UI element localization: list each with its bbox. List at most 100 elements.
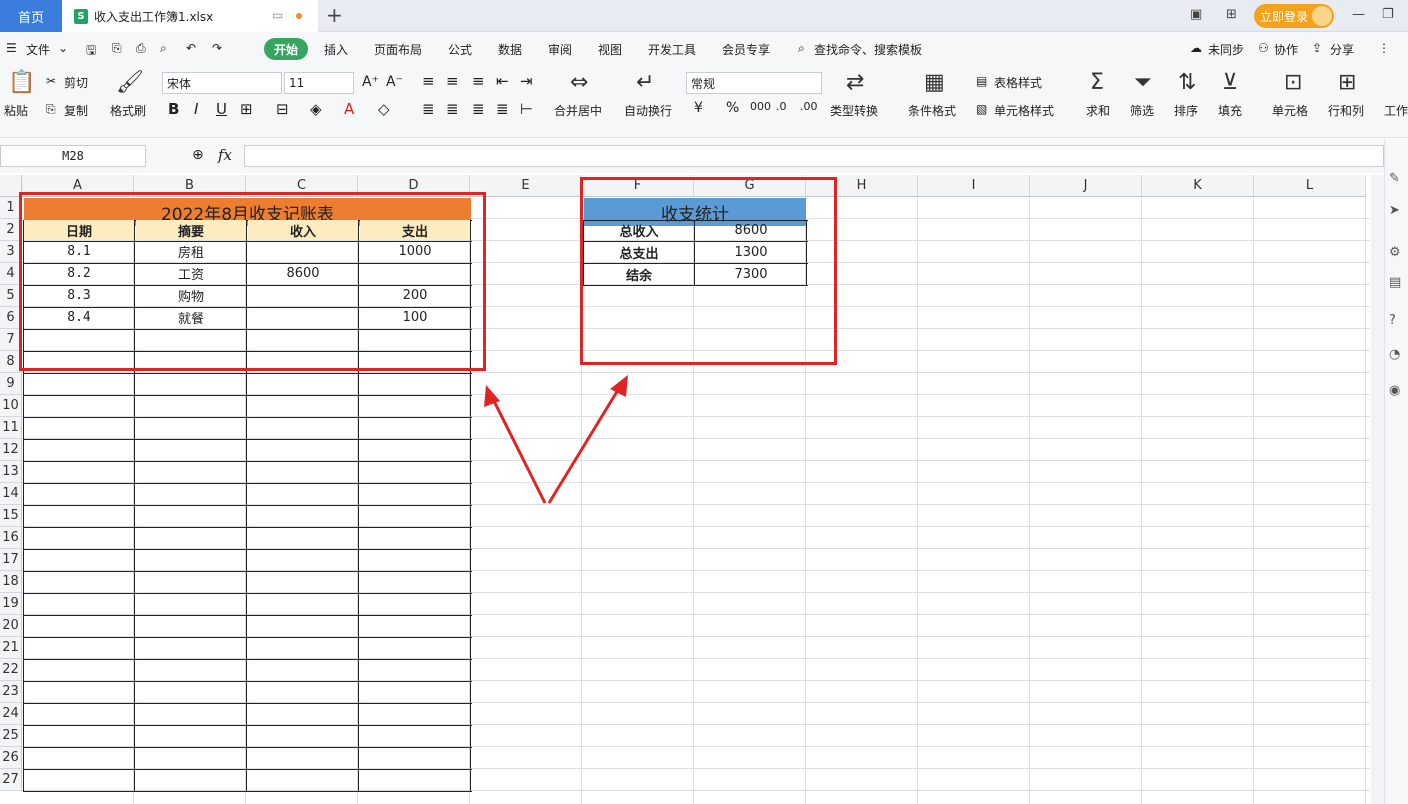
align-left-icon[interactable]: ≣ <box>422 100 435 118</box>
vertical-scrollbar[interactable] <box>1371 175 1384 804</box>
tools-icon[interactable]: ✎ <box>1389 171 1405 187</box>
indent-increase-icon[interactable]: ⇥ <box>520 72 533 90</box>
number-format-select[interactable]: 常规 <box>686 72 822 94</box>
align-right-icon[interactable]: ≣ <box>472 100 485 118</box>
menu-member[interactable]: 会员专享 <box>722 41 770 58</box>
sort-button[interactable]: 排序 <box>1174 102 1198 119</box>
sum-button[interactable]: 求和 <box>1086 102 1110 119</box>
align-center-icon[interactable]: ≣ <box>446 100 459 118</box>
font-grow-icon[interactable]: A⁺ <box>362 74 379 90</box>
table-style-button[interactable]: 表格样式 <box>994 74 1042 91</box>
screen-cast-icon[interactable]: ▭ <box>272 8 283 22</box>
sync-status[interactable]: 未同步 <box>1208 41 1244 58</box>
menu-data[interactable]: 数据 <box>498 41 522 58</box>
menu-formula[interactable]: 公式 <box>448 41 472 58</box>
cut-button[interactable]: 剪切 <box>64 74 88 91</box>
format-painter-button[interactable]: 格式刷 <box>110 102 146 119</box>
merge-center-button[interactable]: 合并居中 <box>554 102 602 119</box>
avatar <box>1312 6 1332 26</box>
filter-button[interactable]: 筛选 <box>1130 102 1154 119</box>
bold-icon[interactable]: B <box>168 100 179 118</box>
cell-style-button[interactable]: 单元格样式 <box>994 102 1054 119</box>
cursor-icon[interactable]: ➤ <box>1389 203 1405 219</box>
copy-button[interactable]: 复制 <box>64 102 88 119</box>
menu-developer[interactable]: 开发工具 <box>648 41 696 58</box>
file-tab[interactable]: S 收入支出工作簿1.xlsx ▭ <box>62 0 318 32</box>
menu-insert[interactable]: 插入 <box>324 41 348 58</box>
spreadsheet-grid[interactable]: ABCDEFGHIJKL 1 2 3 4 5 6 7 8 9 10 11 12 13 14 15 16 17 18… <box>0 175 1370 804</box>
indent-decrease-icon[interactable]: ⇤ <box>496 72 509 90</box>
row-col-button[interactable]: 行和列 <box>1328 102 1364 119</box>
restore-icon[interactable]: ❐ <box>1382 7 1394 22</box>
login-button[interactable]: 立即登录 <box>1254 4 1334 28</box>
table-icon[interactable]: ▤ <box>1389 275 1405 291</box>
wrap-text-button[interactable]: 自动换行 <box>624 102 672 119</box>
font-size-select[interactable]: 11 <box>284 72 354 94</box>
new-tab-button[interactable]: + <box>326 3 343 27</box>
merge-center-icon: ⇔ <box>570 70 589 95</box>
hamburger-icon[interactable]: ☰ <box>6 41 17 55</box>
print-icon[interactable]: ⎙ <box>136 41 146 56</box>
distribute-icon[interactable]: ⊢ <box>520 100 533 118</box>
cell-style-icon: ▧ <box>976 102 988 116</box>
italic-icon[interactable]: I <box>194 100 198 118</box>
redo-icon[interactable]: ↷ <box>212 41 222 55</box>
paste-icon[interactable]: 📋 <box>8 70 35 95</box>
formula-input[interactable] <box>244 145 1384 167</box>
font-shrink-icon[interactable]: A⁻ <box>386 74 403 90</box>
clear-icon[interactable]: ◇ <box>378 100 390 118</box>
font-color-icon[interactable]: A <box>344 100 354 118</box>
home-tab[interactable]: 首页 <box>0 0 62 32</box>
align-bottom-icon[interactable]: ≡ <box>472 72 485 90</box>
minimize-icon[interactable]: — <box>1352 7 1365 22</box>
decimal-decrease-icon[interactable]: .00 <box>800 100 818 113</box>
more-icon[interactable]: ⋮ <box>1378 41 1390 55</box>
help-icon[interactable]: ? <box>1389 313 1405 329</box>
menu-view[interactable]: 视图 <box>598 41 622 58</box>
worksheet-button[interactable]: 工作 <box>1384 102 1408 119</box>
fill-button[interactable]: 填充 <box>1218 102 1242 119</box>
menu-file[interactable]: 文件 <box>26 41 50 58</box>
align-top-icon[interactable]: ≡ <box>422 72 435 90</box>
type-convert-button[interactable]: 类型转换 <box>830 102 878 119</box>
share-button[interactable]: 分享 <box>1330 41 1354 58</box>
theme-icon[interactable]: ◉ <box>1389 383 1405 399</box>
cell-button[interactable]: 单元格 <box>1272 102 1308 119</box>
menu-page-layout[interactable]: 页面布局 <box>374 41 422 58</box>
paste-button[interactable]: 粘贴 <box>4 102 28 119</box>
decimal-increase-icon[interactable]: .0 <box>776 100 787 113</box>
undo-icon[interactable]: ↶ <box>186 41 196 55</box>
zoom-icon[interactable]: ⊕ <box>192 147 204 163</box>
settings-icon[interactable]: ⚙ <box>1389 245 1405 261</box>
fx-label[interactable]: fx <box>218 146 232 164</box>
align-middle-icon[interactable]: ≡ <box>446 72 459 90</box>
arrow-head-left <box>484 385 500 407</box>
save-icon[interactable]: 🖫 <box>86 41 96 62</box>
print-preview-icon[interactable]: ⌕ <box>160 41 167 56</box>
thousands-icon[interactable]: 000 <box>750 100 771 113</box>
percent-icon[interactable]: % <box>726 100 739 116</box>
search-icon: ⌕ <box>798 41 805 55</box>
menu-review[interactable]: 审阅 <box>548 41 572 58</box>
apps-grid-icon[interactable]: ⊞ <box>1226 7 1237 22</box>
underline-icon[interactable]: U <box>216 100 227 118</box>
name-box[interactable]: M28 <box>0 145 146 167</box>
strikethrough-icon[interactable]: ⊟ <box>276 100 289 118</box>
fill-color-icon[interactable]: ◈ <box>310 100 322 118</box>
type-convert-icon: ⇄ <box>846 70 865 95</box>
table-style-icon: ▤ <box>976 74 988 88</box>
collab-button[interactable]: 协作 <box>1274 41 1298 58</box>
chevron-down-icon[interactable]: ⌄ <box>58 41 68 55</box>
chart-icon[interactable]: ◔ <box>1389 347 1405 363</box>
currency-icon[interactable]: ¥ <box>694 100 703 116</box>
command-search[interactable]: 查找命令、搜索模板 <box>814 41 922 58</box>
row-col-icon: ⊞ <box>1338 70 1357 95</box>
menu-start[interactable]: 开始 <box>264 38 308 60</box>
export-icon[interactable]: ⎘ <box>112 41 122 56</box>
font-name-select[interactable]: 宋体 <box>162 72 282 94</box>
layout-icon[interactable]: ▣ <box>1190 7 1202 22</box>
conditional-format-button[interactable]: 条件格式 <box>908 102 956 119</box>
border-icon[interactable]: ⊞ <box>240 100 253 118</box>
login-label: 立即登录 <box>1260 9 1309 24</box>
justify-icon[interactable]: ≣ <box>496 100 509 118</box>
